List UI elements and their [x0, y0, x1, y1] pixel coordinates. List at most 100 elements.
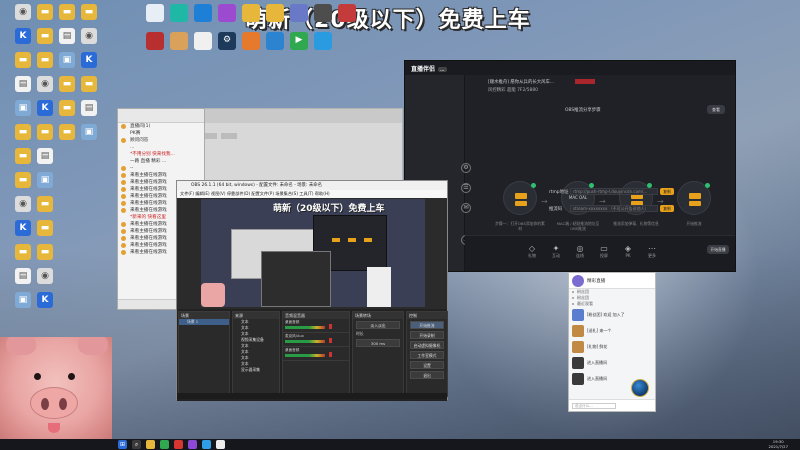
source-item[interactable]: 显示器采集: [233, 367, 279, 373]
mute-icon[interactable]: [329, 352, 332, 357]
desktop-mac-drive-shortcut[interactable]: ◉: [74, 28, 104, 44]
volume-meter[interactable]: [285, 354, 325, 357]
chat-message-text: 进入直播间: [587, 376, 607, 381]
globe-icon[interactable]: [631, 379, 649, 397]
obs-preview[interactable]: 萌新（20级以下）免费上车: [201, 199, 425, 307]
chat-list-item[interactable]: 一路 直播 精彩 ...: [118, 158, 204, 165]
chat-list-item[interactable]: --: [118, 165, 204, 172]
app-icon[interactable]: [188, 440, 197, 449]
chat-list-text: 直播间(1): [130, 124, 151, 129]
folder-icon[interactable]: [146, 440, 155, 449]
volume-meter[interactable]: [285, 340, 325, 343]
window-tab[interactable]: [221, 133, 237, 139]
avatar[interactable]: [572, 341, 584, 353]
mute-icon[interactable]: [329, 324, 332, 329]
desktop-computer-shortcut[interactable]: ▣: [30, 172, 60, 188]
app-icon[interactable]: [216, 440, 225, 449]
stream-key-label: 推流码: [549, 207, 563, 212]
chat-message-text: [粉丝团] 欢迎 加入了: [587, 312, 625, 317]
avatar[interactable]: [572, 373, 584, 385]
obs-menubar[interactable]: 文件(F) 编辑(E) 视图(V) 停靠部件(D) 配置文件(P) 场景集合(S…: [177, 190, 447, 198]
avatar[interactable]: [572, 325, 584, 337]
app-shortcut[interactable]: [308, 32, 338, 50]
teal-app-icon: [170, 4, 188, 22]
copy-rtmp-button[interactable]: 复制: [660, 188, 674, 195]
live-tool-button[interactable]: ◈ PK: [621, 244, 635, 258]
desktop-doc-shortcut[interactable]: ▤: [30, 148, 60, 164]
obs-window: OBS 26.1.1 (64 bit, windows) - 配置文件: 未命名…: [176, 180, 448, 401]
chat-list-header[interactable]: [118, 109, 204, 123]
obs-control-button[interactable]: 设置: [410, 361, 444, 369]
chat-message: [礼物] 鲜花: [569, 339, 655, 355]
obs-control-button[interactable]: 工作室模式: [410, 351, 444, 359]
desktop-folder-shortcut[interactable]: ▬: [30, 196, 60, 212]
obs-control-button[interactable]: 开始推流: [410, 321, 444, 329]
stream-key-field[interactable]: stream-xxxxxxxx （不可公开告诉他人）: [570, 205, 658, 212]
live-tool-button[interactable]: ◎ 连线: [573, 244, 587, 259]
chat-list-item[interactable]: 来看主播在线游戏: [118, 172, 204, 179]
folder-icon: ▬: [37, 196, 53, 212]
chat-list-item[interactable]: *不用分别 快来找我...: [118, 151, 204, 158]
duration-input[interactable]: 300 ms: [356, 339, 400, 347]
scene-item[interactable]: 场景 1: [179, 319, 229, 325]
live-tool-button[interactable]: ▭ 投屏: [597, 244, 611, 259]
rtmp-field[interactable]: rtmp://push-rtmp-l.douyincdn.com/...: [570, 188, 658, 195]
app-icon[interactable]: [174, 440, 183, 449]
guide-view-button[interactable]: 查看: [707, 105, 725, 114]
app-icon: [314, 32, 332, 50]
live-tool-button[interactable]: ◇ 礼物: [525, 244, 539, 259]
folder-icon: ▬: [37, 220, 53, 236]
obs-control-button[interactable]: 启动虚拟摄像机: [410, 341, 444, 349]
chat-list-item[interactable]: 顾问问答: [118, 137, 204, 144]
transition-select[interactable]: 淡入淡出: [356, 321, 400, 329]
desktop-kuaishou-shortcut[interactable]: K: [74, 52, 104, 68]
desktop-folder-shortcut[interactable]: ▬: [74, 76, 104, 92]
kuaishou-icon: K: [15, 28, 31, 44]
start-live-button[interactable]: 开始直播: [707, 245, 729, 254]
avatar[interactable]: [572, 357, 584, 369]
desktop-folder-shortcut[interactable]: ▬: [74, 4, 104, 20]
chat-list-text: 来看主播在线游戏: [130, 201, 167, 206]
obs-titlebar[interactable]: OBS 26.1.1 (64 bit, windows) - 配置文件: 未命名…: [177, 181, 447, 190]
app-shortcut[interactable]: [332, 4, 362, 22]
desktop-kuaishou-shortcut[interactable]: K: [30, 292, 60, 308]
desktop-folder-shortcut[interactable]: ▬: [30, 244, 60, 260]
desktop-mac-drive-shortcut[interactable]: ◉: [30, 268, 60, 284]
desktop-computer-shortcut[interactable]: ▣: [74, 124, 104, 140]
side-icon[interactable]: ✉: [461, 203, 471, 213]
app-icon[interactable]: [202, 440, 211, 449]
start-icon[interactable]: ⊞: [118, 440, 127, 449]
chat-input-bar: 说点什么...: [569, 399, 655, 411]
tool-icon: ✦: [552, 244, 560, 253]
desktop-doc-shortcut[interactable]: ▤: [74, 100, 104, 116]
side-icon[interactable]: ☰: [461, 183, 471, 193]
mute-icon[interactable]: [329, 338, 332, 343]
duration-label: 时长: [356, 331, 364, 336]
side-icon[interactable]: ⚙: [461, 163, 471, 173]
mac-drive-icon: ◉: [15, 196, 31, 212]
obs-control-button[interactable]: 退出: [410, 371, 444, 379]
search-icon[interactable]: ⌕: [132, 440, 141, 449]
chat-input[interactable]: 说点什么...: [572, 403, 616, 409]
volume-meter[interactable]: [285, 326, 325, 329]
desktop-folder-shortcut[interactable]: ▬: [30, 220, 60, 236]
taskbar-clock[interactable]: 19:30 2021/7/27: [769, 439, 788, 449]
browser-icon[interactable]: [160, 440, 169, 449]
live-tool-button[interactable]: ⋯ 更多: [645, 244, 659, 259]
live-titlebar[interactable]: 直播伴侣...: [405, 61, 735, 75]
tool-label: 更多: [648, 253, 656, 258]
live-tool-button[interactable]: ✦ 互动: [549, 244, 563, 259]
avatar[interactable]: [572, 309, 584, 321]
chat-list-item[interactable]: PK赛: [118, 130, 204, 137]
chat-list-item[interactable]: 直播间(1): [118, 123, 204, 130]
game-icon: [242, 32, 260, 50]
chat-list-text: 来看主播在线游戏: [130, 208, 167, 213]
folder-icon: [242, 4, 260, 22]
user-avatar-icon: [121, 208, 126, 213]
step-caption: MAC端 / 粘贴推流地址至OBS推流: [556, 221, 600, 231]
room-subtitle: 风控精彩 超能 7F2/5880: [488, 88, 538, 93]
chat-list-item[interactable]: ...: [118, 144, 204, 151]
rtmp-label: rtmp地址: [549, 190, 569, 195]
obs-control-button[interactable]: 开始录制: [410, 331, 444, 339]
copy-key-button[interactable]: 复制: [660, 205, 674, 212]
